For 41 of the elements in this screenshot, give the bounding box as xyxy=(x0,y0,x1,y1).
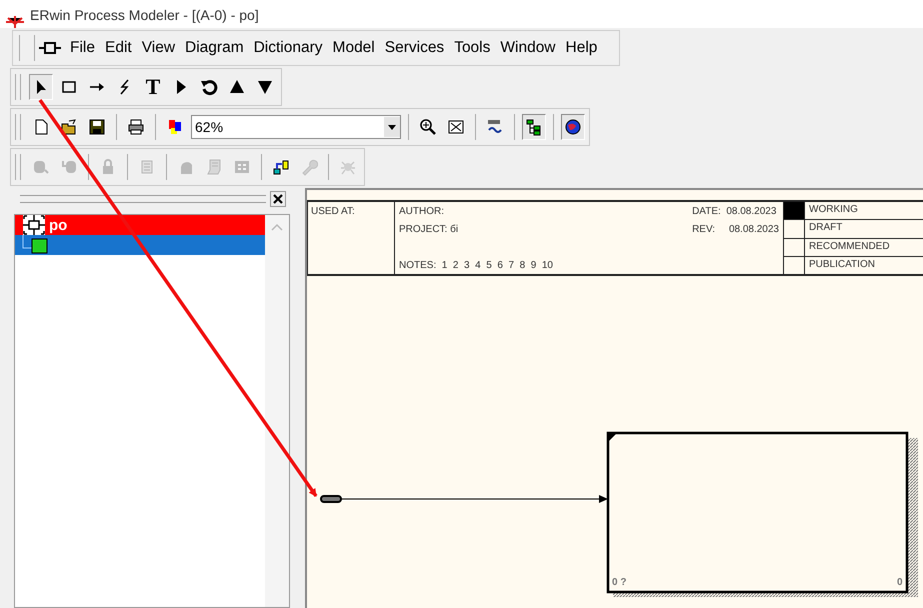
activity-box[interactable] xyxy=(606,432,918,597)
toolbar-grip[interactable] xyxy=(15,74,21,100)
model-icon[interactable] xyxy=(39,41,61,55)
box-number: 0 xyxy=(897,577,903,588)
used-at-label: USED AT: xyxy=(311,206,355,217)
tree-item[interactable]: po xyxy=(15,215,265,235)
menu-item[interactable]: Tools xyxy=(449,39,496,57)
rev-label: REV: 08.08.2023 xyxy=(692,224,779,234)
menu-item[interactable]: Window xyxy=(495,39,561,57)
date-label: DATE: 08.08.2023 xyxy=(692,206,778,216)
menu-item[interactable]: Edit xyxy=(100,39,137,57)
close-button[interactable] xyxy=(270,191,286,207)
activity-icon xyxy=(32,238,48,254)
notes-label: NOTES: 1 2 3 4 5 6 7 8 9 10 xyxy=(399,260,554,270)
app-logo-icon xyxy=(6,16,24,28)
menu-item[interactable]: File xyxy=(65,39,100,57)
pointer-icon[interactable] xyxy=(29,74,53,100)
text-tool[interactable]: T xyxy=(141,74,165,100)
status-label: DRAFT xyxy=(808,221,844,236)
menu-item[interactable]: Dictionary xyxy=(248,39,328,57)
toolbar-grip[interactable] xyxy=(19,35,35,61)
menu-item[interactable]: Model xyxy=(328,39,380,57)
status-label: RECOMMENDED xyxy=(808,240,891,254)
window-title: ERwin Process Modeler - [(A-0) - po] xyxy=(30,8,259,22)
toolbar-grip[interactable] xyxy=(15,114,21,140)
globe-icon[interactable] xyxy=(561,114,585,140)
status-label: WORKING xyxy=(808,203,859,217)
project-label: PROJECT: бі xyxy=(399,224,460,234)
toolbar-grip[interactable] xyxy=(15,154,21,180)
panel-grip[interactable] xyxy=(20,195,266,203)
menu-item[interactable]: Diagram xyxy=(180,39,249,57)
connector-arrow[interactable] xyxy=(320,495,608,503)
zoom-combo[interactable]: 62% xyxy=(191,115,401,139)
menu-item[interactable]: View xyxy=(136,39,180,57)
dropdown-caret-icon[interactable] xyxy=(388,124,396,130)
menu-item[interactable]: Help xyxy=(560,39,602,57)
menu-item[interactable]: Services xyxy=(380,39,450,57)
cost-label: 0 ? xyxy=(612,577,626,588)
author-label: AUTHOR: xyxy=(399,206,445,216)
tree-view-icon[interactable] xyxy=(522,114,546,140)
status-label: PUBLICATION xyxy=(808,258,876,272)
